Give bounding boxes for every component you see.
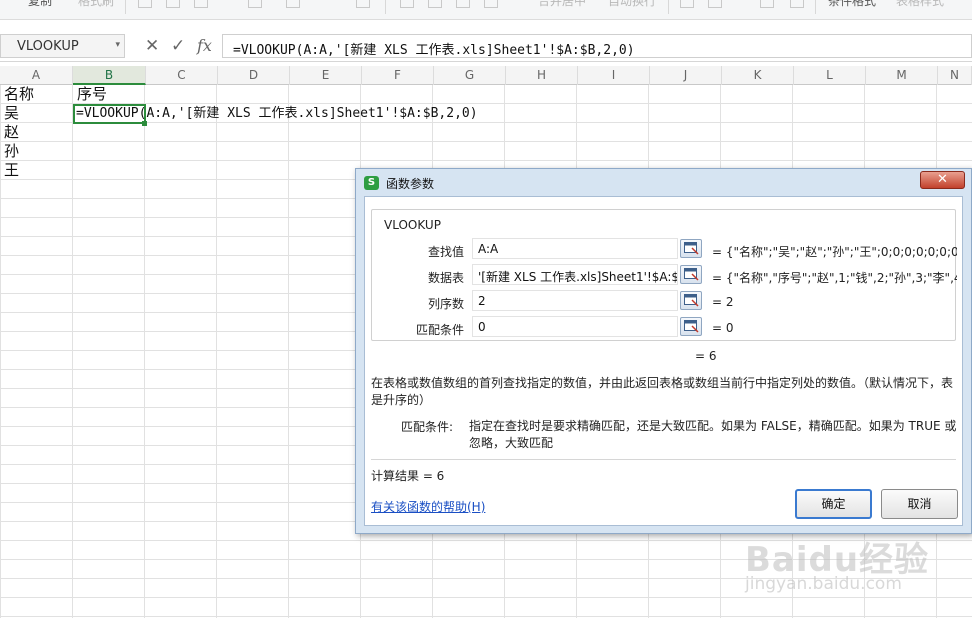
underline-icon[interactable] bbox=[194, 0, 208, 8]
column-header-g[interactable]: G bbox=[434, 66, 506, 85]
align-left-icon[interactable] bbox=[400, 0, 414, 8]
justify-icon[interactable] bbox=[484, 0, 498, 8]
range-select-icon bbox=[684, 294, 699, 307]
copy-button[interactable]: 复制 bbox=[28, 0, 52, 9]
column-header-n[interactable]: N bbox=[938, 66, 972, 85]
confirm-edit-icon[interactable]: ✓ bbox=[171, 36, 185, 56]
decimal-decrease-icon[interactable] bbox=[790, 0, 804, 8]
arguments-group: VLOOKUP 查找值 A:A = {"名称";"吴";"赵";"孙";"王";… bbox=[371, 209, 957, 341]
calculation-result: 计算结果 = 6 bbox=[371, 469, 445, 483]
arg-input-lookup-value[interactable]: A:A bbox=[472, 238, 678, 259]
column-header-e[interactable]: E bbox=[290, 66, 362, 85]
toolbar-divider bbox=[125, 0, 126, 14]
percent-icon[interactable] bbox=[708, 0, 722, 8]
arg-result-match-type: = 0 bbox=[712, 321, 734, 335]
conditional-format-button[interactable]: 条件格式 bbox=[828, 0, 876, 9]
toolbar-divider bbox=[815, 0, 816, 14]
ok-button[interactable]: 确定 bbox=[795, 489, 872, 519]
function-result: = 6 bbox=[695, 349, 717, 363]
close-icon: ✕ bbox=[937, 172, 948, 187]
dialog-title-bar[interactable]: S 函数参数 ✕ bbox=[356, 169, 971, 196]
fill-handle[interactable] bbox=[142, 121, 147, 126]
arg-label-lookup-value: 查找值 bbox=[427, 245, 464, 259]
param-description-label: 匹配条件: bbox=[401, 420, 454, 434]
table-style-button[interactable]: 表格样式 bbox=[896, 0, 944, 9]
function-help-link[interactable]: 有关该函数的帮助(H) bbox=[371, 498, 485, 515]
cell-a4[interactable]: 孙 bbox=[4, 142, 19, 161]
dialog-body: VLOOKUP 查找值 A:A = {"名称";"吴";"赵";"孙";"王";… bbox=[364, 196, 963, 526]
wps-sheet-icon: S bbox=[364, 176, 379, 190]
cell-b1[interactable]: 序号 bbox=[77, 85, 107, 104]
cancel-edit-icon[interactable]: ✕ bbox=[145, 36, 159, 56]
param-description: 指定在查找时是要求精确匹配，还是大致匹配。如果为 FALSE，精确匹配。如果为 … bbox=[469, 419, 957, 450]
insert-function-icon[interactable]: fx bbox=[197, 36, 212, 55]
range-select-icon bbox=[684, 268, 699, 281]
toolbar-divider bbox=[668, 0, 669, 14]
column-header-m[interactable]: M bbox=[866, 66, 938, 85]
ribbon-toolbar: 复制 格式刷 合并居中 自动换行 条件格式 表格样式 bbox=[0, 0, 972, 20]
watermark-url: jingyan.baidu.com bbox=[745, 574, 902, 594]
cancel-button[interactable]: 取消 bbox=[881, 489, 958, 519]
column-header-d[interactable]: D bbox=[218, 66, 290, 85]
baidu-watermark: Baidu经验 jingyan.baidu.com bbox=[745, 532, 965, 602]
range-select-icon bbox=[684, 242, 699, 255]
format-painter-button[interactable]: 格式刷 bbox=[78, 0, 114, 9]
toolbar-divider bbox=[385, 0, 386, 14]
function-name: VLOOKUP bbox=[380, 218, 445, 232]
align-center-icon[interactable] bbox=[428, 0, 442, 8]
arg-label-match-type: 匹配条件 bbox=[415, 323, 464, 337]
column-header-a[interactable]: A bbox=[0, 66, 73, 85]
italic-icon[interactable] bbox=[166, 0, 180, 8]
range-picker-button[interactable] bbox=[680, 291, 702, 310]
range-picker-button[interactable] bbox=[680, 265, 702, 284]
name-box-value: VLOOKUP bbox=[17, 39, 79, 54]
cell-b2[interactable]: =VLOOKUP(A:A,'[新建 XLS 工作表.xls]Sheet1'!$A… bbox=[76, 104, 478, 123]
range-picker-button[interactable] bbox=[680, 239, 702, 258]
column-header-k[interactable]: K bbox=[722, 66, 794, 85]
arg-label-col-index: 列序数 bbox=[427, 297, 464, 311]
dialog-title: 函数参数 bbox=[386, 177, 435, 191]
cell-a3[interactable]: 赵 bbox=[4, 123, 19, 142]
cell-a2[interactable]: 吴 bbox=[4, 104, 19, 123]
function-arguments-dialog: S 函数参数 ✕ VLOOKUP 查找值 A:A = {"名称";"吴";"赵"… bbox=[355, 168, 972, 534]
range-select-icon bbox=[684, 320, 699, 333]
arg-input-col-index[interactable]: 2 bbox=[472, 290, 678, 311]
divider bbox=[371, 459, 956, 460]
formula-input[interactable]: =VLOOKUP(A:A,'[新建 XLS 工作表.xls]Sheet1'!$A… bbox=[222, 34, 972, 58]
arg-result-lookup-value: = {"名称";"吴";"赵";"孙";"王";0;0;0;0;0;0;0;0.… bbox=[712, 245, 957, 259]
column-header-f[interactable]: F bbox=[362, 66, 434, 85]
merge-center-button[interactable]: 合并居中 bbox=[538, 0, 586, 9]
column-header-b[interactable]: B bbox=[73, 66, 146, 85]
formula-bar: VLOOKUP ▾ ✕ ✓ fx =VLOOKUP(A:A,'[新建 XLS 工… bbox=[0, 30, 972, 62]
column-headers: A B C D E F G H I J K L M N bbox=[0, 66, 972, 85]
arg-result-table-array: = {"名称","序号";"赵",1;"钱",2;"孙",3;"李",4;... bbox=[712, 271, 957, 285]
column-header-c[interactable]: C bbox=[146, 66, 218, 85]
cell-a1[interactable]: 名称 bbox=[4, 85, 34, 104]
chevron-down-icon[interactable]: ▾ bbox=[115, 40, 120, 50]
close-button[interactable]: ✕ bbox=[920, 171, 965, 189]
cell-a5[interactable]: 王 bbox=[4, 161, 19, 180]
range-picker-button[interactable] bbox=[680, 317, 702, 336]
wrap-text-button[interactable]: 自动换行 bbox=[608, 0, 656, 9]
function-description: 在表格或数值数组的首列查找指定的数值，并由此返回表格或数组当前行中指定列处的数值… bbox=[371, 376, 954, 407]
name-box[interactable]: VLOOKUP ▾ bbox=[0, 34, 125, 58]
column-header-j[interactable]: J bbox=[650, 66, 722, 85]
decimal-icon[interactable] bbox=[760, 0, 774, 8]
arg-input-table-array[interactable]: '[新建 XLS 工作表.xls]Sheet1'!$A:$B bbox=[472, 264, 678, 285]
arg-label-table-array: 数据表 bbox=[427, 271, 464, 285]
column-header-h[interactable]: H bbox=[506, 66, 578, 85]
font-color-icon[interactable] bbox=[356, 0, 370, 8]
border-icon[interactable] bbox=[248, 0, 262, 8]
column-header-l[interactable]: L bbox=[794, 66, 866, 85]
column-header-i[interactable]: I bbox=[578, 66, 650, 85]
bold-icon[interactable] bbox=[138, 0, 152, 8]
align-right-icon[interactable] bbox=[456, 0, 470, 8]
arg-input-match-type[interactable]: 0 bbox=[472, 316, 678, 337]
fill-color-icon[interactable] bbox=[286, 0, 300, 8]
arg-result-col-index: = 2 bbox=[712, 295, 734, 309]
number-format-icon[interactable] bbox=[680, 0, 694, 8]
